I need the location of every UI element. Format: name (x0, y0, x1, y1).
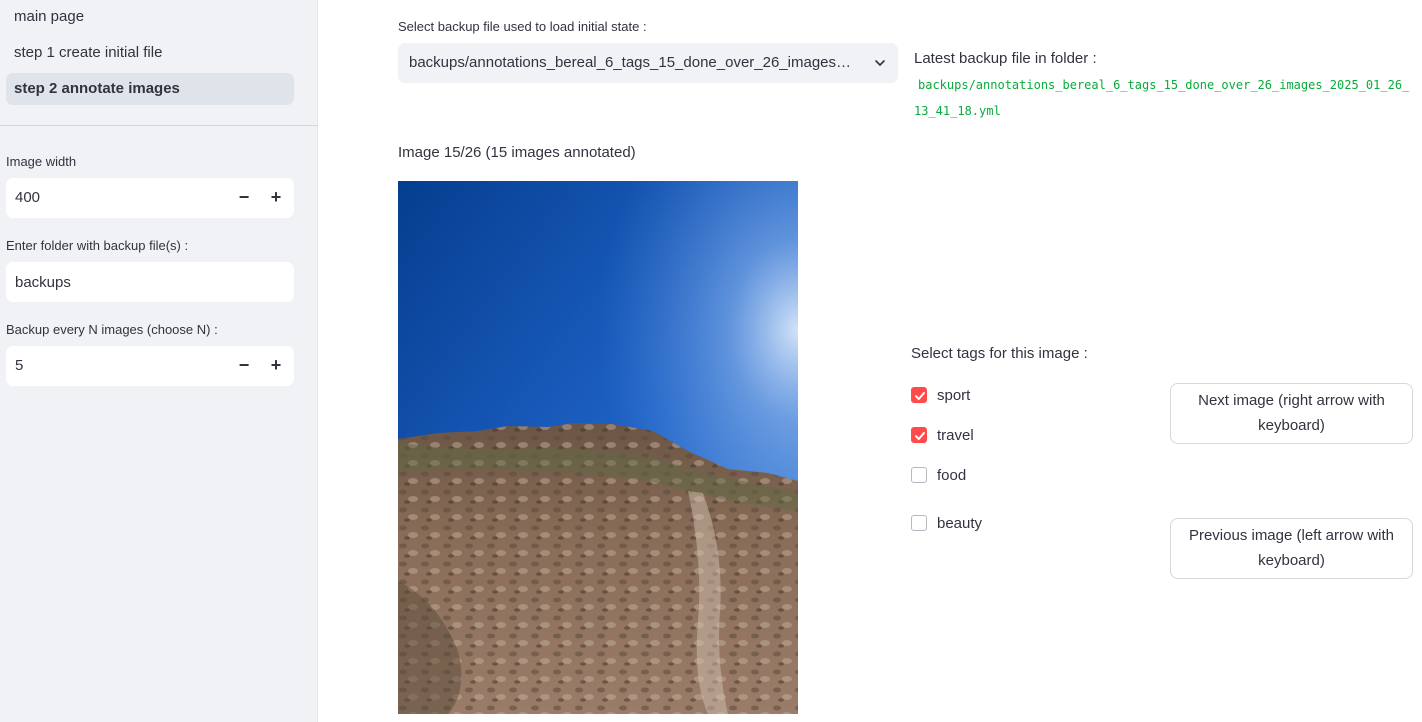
sidebar: main page step 1 create initial file ste… (0, 0, 318, 722)
chevron-down-icon[interactable] (874, 57, 886, 69)
backup-every-value[interactable]: 5 (15, 346, 23, 386)
select-backup-label: Select backup file used to load initial … (398, 19, 647, 34)
latest-backup-title: Latest backup file in folder : (914, 50, 1097, 67)
latest-backup-path-line-1: backups/annotations_bereal_6_tags_15_don… (918, 78, 1410, 92)
next-image-button[interactable]: Next image (right arrow with keyboard) (1170, 383, 1413, 444)
folder-input[interactable] (6, 262, 294, 302)
backup-every-label: Backup every N images (choose N) : (6, 322, 218, 337)
nav-item-main-page[interactable]: main page (6, 1, 294, 33)
annotated-image (398, 181, 798, 714)
checkbox-food[interactable] (911, 467, 927, 483)
image-width-increment-button[interactable]: + (260, 178, 292, 218)
image-counter: Image 15/26 (15 images annotated) (398, 144, 636, 161)
backup-every-decrement-button[interactable]: − (228, 346, 260, 386)
tag-label-sport[interactable]: sport (937, 386, 970, 406)
image-width-value[interactable]: 400 (15, 178, 40, 218)
image-width-input[interactable]: 400 − + (6, 178, 294, 218)
nav-item-step-2[interactable]: step 2 annotate images (6, 73, 294, 105)
backup-file-select[interactable]: backups/annotations_bereal_6_tags_15_don… (398, 43, 898, 83)
desert-hill-photo (398, 181, 798, 714)
checkbox-travel[interactable] (911, 427, 927, 443)
tag-label-food[interactable]: food (937, 466, 966, 486)
checkbox-beauty[interactable] (911, 515, 927, 531)
folder-label: Enter folder with backup file(s) : (6, 238, 189, 253)
nav-item-step-1[interactable]: step 1 create initial file (6, 37, 294, 69)
checkmark-icon (915, 432, 925, 440)
image-width-decrement-button[interactable]: − (228, 178, 260, 218)
tag-label-travel[interactable]: travel (937, 426, 974, 446)
backup-file-select-value[interactable]: backups/annotations_bereal_6_tags_15_don… (409, 43, 857, 83)
tag-label-beauty[interactable]: beauty (937, 514, 982, 534)
checkbox-sport[interactable] (911, 387, 927, 403)
tags-title: Select tags for this image : (911, 345, 1088, 362)
latest-backup-path-line-2: 13_41_18.yml (914, 104, 1001, 118)
nav-divider (0, 125, 318, 126)
previous-image-button[interactable]: Previous image (left arrow with keyboard… (1170, 518, 1413, 579)
backup-every-input[interactable]: 5 − + (6, 346, 294, 386)
folder-field[interactable] (6, 262, 294, 302)
image-width-label: Image width (6, 154, 77, 169)
backup-every-increment-button[interactable]: + (260, 346, 292, 386)
checkmark-icon (915, 392, 925, 400)
